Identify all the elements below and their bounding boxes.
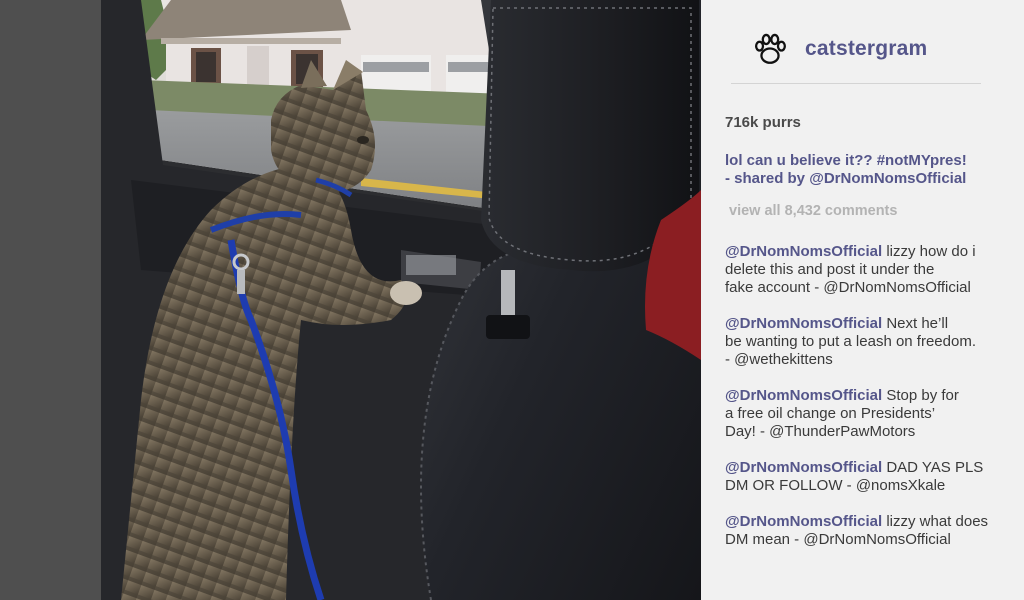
comment-text: lizzy what does xyxy=(886,513,989,530)
post-caption: lol can u believe it?? #notMYpres! - sha… xyxy=(725,152,1015,188)
comment-text: Next he’ll xyxy=(886,315,949,332)
comment-mention[interactable]: @DrNomNomsOfficial xyxy=(725,243,882,260)
comment-list: @DrNomNomsOfficial lizzy how do i delete… xyxy=(725,243,1021,567)
caption-line: - shared by @DrNomNomsOfficial xyxy=(725,170,967,187)
comment-mention[interactable]: @DrNomNomsOfficial xyxy=(725,459,882,476)
caption-line: lol can u believe it?? #notMYpres! xyxy=(725,152,967,169)
comment-text: delete this and post it under the xyxy=(725,261,935,278)
comment-text: a free oil change on Presidents’ xyxy=(725,405,936,422)
purr-count: 716k purrs xyxy=(725,114,801,131)
comment-text: - @wethekittens xyxy=(725,351,833,368)
comment-item: @DrNomNomsOfficial DAD YAS PLS DM OR FOL… xyxy=(725,459,1021,495)
cat-in-car-photo xyxy=(101,0,701,600)
comment-mention[interactable]: @DrNomNomsOfficial xyxy=(725,315,882,332)
view-all-comments-link[interactable]: view all 8,432 comments xyxy=(729,203,897,219)
header-divider xyxy=(731,83,981,84)
comment-item: @DrNomNomsOfficial lizzy what does DM me… xyxy=(725,513,1021,549)
comment-text: Day! - @ThunderPawMotors xyxy=(725,423,916,440)
comment-item: @DrNomNomsOfficial lizzy how do i delete… xyxy=(725,243,1021,297)
comment-text: lizzy how do i xyxy=(886,243,976,260)
post-photo[interactable] xyxy=(101,0,701,600)
comment-text: DM OR FOLLOW - @nomsXkale xyxy=(725,477,946,494)
brand-name[interactable]: catstergram xyxy=(805,37,927,61)
comment-text: fake account - @DrNomNomsOfficial xyxy=(725,279,971,296)
comment-text: DM mean - @DrNomNomsOfficial xyxy=(725,531,951,548)
comment-text: be wanting to put a leash on freedom. xyxy=(725,333,977,350)
comment-item: @DrNomNomsOfficial Next he’ll be wanting… xyxy=(725,315,1021,369)
comment-text: DAD YAS PLS xyxy=(886,459,984,476)
comment-text: Stop by for xyxy=(886,387,959,404)
post-sidebar: catstergram 716k purrs lol can u believe… xyxy=(701,0,1024,600)
comment-mention[interactable]: @DrNomNomsOfficial xyxy=(725,513,882,530)
left-gutter xyxy=(0,0,101,600)
brand-header[interactable]: catstergram xyxy=(751,28,927,70)
comment-item: @DrNomNomsOfficial Stop by for a free oi… xyxy=(725,387,1021,441)
comment-mention[interactable]: @DrNomNomsOfficial xyxy=(725,387,882,404)
screen: catstergram 716k purrs lol can u believe… xyxy=(0,0,1024,600)
paw-print-icon xyxy=(754,33,786,64)
